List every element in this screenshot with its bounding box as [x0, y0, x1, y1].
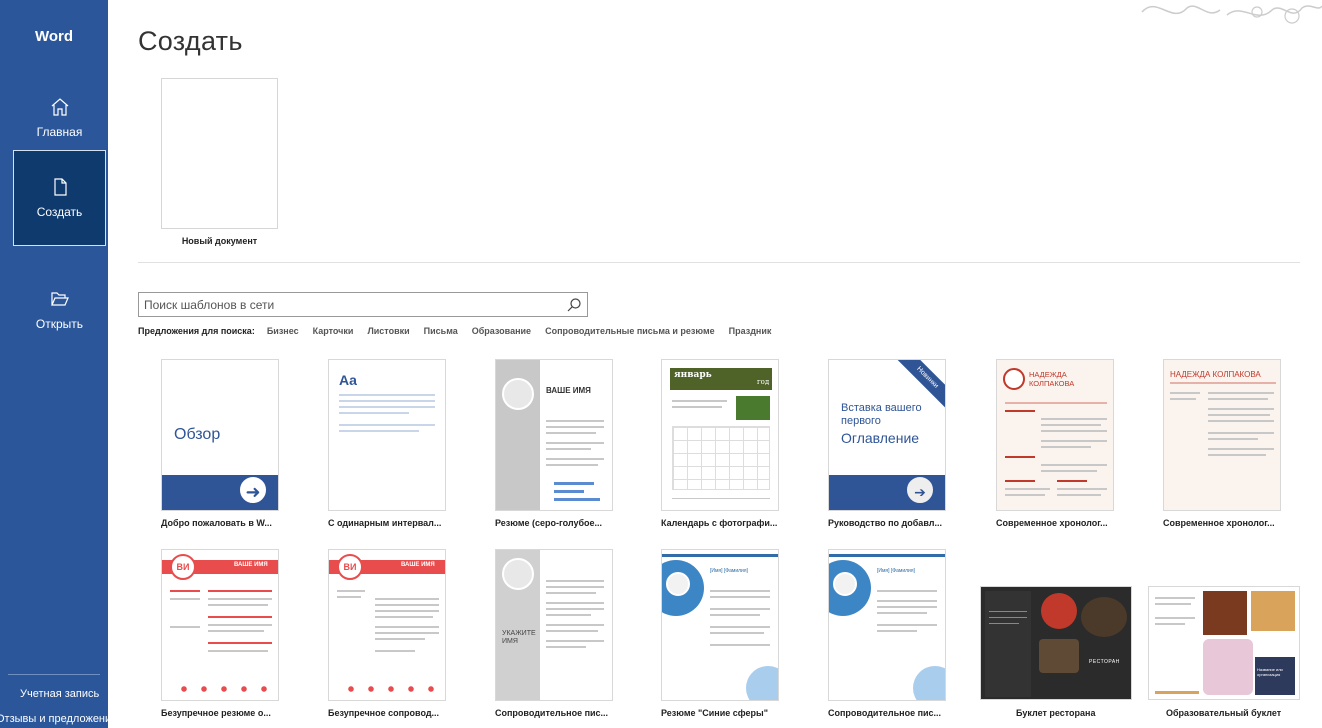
nav-home-label: Главная	[36, 125, 83, 139]
brochure-photo	[1203, 639, 1253, 695]
suggestion-cards[interactable]: Карточки	[313, 326, 354, 336]
template-thumbnail[interactable]: [Имя] [Фамилия]	[828, 549, 946, 701]
app-name: Word	[34, 28, 74, 45]
nav-account[interactable]: Учетная запись	[20, 688, 128, 700]
thumb-text-toc: Оглавление	[841, 430, 920, 446]
nav-new[interactable]: Создать	[13, 150, 106, 246]
arrow-right-icon: ➜	[238, 475, 268, 505]
template-caption: Буклет ресторана	[1016, 708, 1096, 718]
brochure-badge	[1041, 593, 1077, 629]
photo-placeholder-icon	[502, 378, 534, 410]
suggestion-holiday[interactable]: Праздник	[729, 326, 772, 336]
thumb-monogram: ВИ	[170, 554, 196, 580]
template-thumbnail[interactable]: Название или организация	[1148, 586, 1300, 700]
page-title: Создать	[138, 26, 243, 56]
template-caption: Современное хронолог...	[996, 518, 1108, 528]
word-new-backstage: Word Главная Создать Открыть Учетная зап…	[0, 0, 1322, 728]
section-divider	[138, 262, 1300, 263]
template-thumbnail[interactable]: ВАШЕ ИМЯ	[495, 359, 613, 511]
suggestion-business[interactable]: Бизнес	[267, 326, 299, 336]
template-caption: Календарь с фотографи...	[661, 518, 778, 528]
template-thumbnail[interactable]: УКАЖИТЕ ИМЯ	[495, 549, 613, 701]
thumb-monogram: ВИ	[337, 554, 363, 580]
template-caption: Сопроводительное пис...	[828, 708, 942, 718]
thumb-dots	[174, 686, 268, 692]
brochure-photo	[1081, 597, 1127, 637]
sphere-shape	[746, 666, 778, 700]
template-caption: Добро пожаловать в W...	[161, 518, 272, 528]
template-thumbnail[interactable]: НАДЕЖДА КОЛПАКОВА	[996, 359, 1114, 511]
thumb-text: Вставка вашего первого	[841, 402, 922, 427]
thumb-text: ВАШЕ ИМЯ	[234, 562, 268, 568]
blank-document-thumbnail[interactable]	[161, 78, 278, 229]
brochure-photo	[1251, 591, 1295, 631]
suggestion-flyers[interactable]: Листовки	[367, 326, 409, 336]
brochure-photo	[1039, 639, 1079, 673]
document-arrow-icon: ➔	[905, 475, 935, 505]
template-caption: Сопроводительное пис...	[495, 708, 609, 718]
thumb-text: ВАШЕ ИМЯ	[546, 386, 591, 395]
thumb-text: НАДЕЖДА КОЛПАКОВА	[1170, 370, 1261, 379]
decorative-ornament	[1141, 5, 1322, 24]
thumb-text: Название или организация	[1257, 667, 1283, 677]
template-thumbnail[interactable]: [Имя] [Фамилия]	[661, 549, 779, 701]
thumb-text: ВАШЕ ИМЯ	[401, 562, 435, 568]
template-caption: Резюме (серо-голубое...	[495, 518, 603, 528]
template-caption: Руководство по добавл...	[828, 518, 942, 528]
template-search-box	[138, 292, 588, 317]
photo-placeholder-icon	[666, 572, 690, 596]
suggestions-title: Предложения для поиска:	[138, 326, 255, 336]
photo-placeholder-icon	[833, 572, 857, 596]
template-thumbnail[interactable]: Новинки Вставка вашего первого Оглавлени…	[828, 359, 946, 511]
search-suggestions: Предложения для поиска: Бизнес Карточки …	[138, 326, 771, 336]
suggestion-letters[interactable]: Письма	[424, 326, 458, 336]
template-caption: С одинарным интервал...	[328, 518, 442, 528]
thumb-text: НАДЕЖДА КОЛПАКОВА	[1029, 370, 1075, 388]
thumb-text: РЕСТОРАН	[1089, 659, 1120, 665]
thumb-text: Aa	[339, 372, 357, 388]
template-caption: Образовательный буклет	[1166, 708, 1282, 718]
nav-open[interactable]: Открыть	[13, 262, 106, 358]
calendar-photo	[736, 396, 770, 420]
template-caption: Современное хронолог...	[1163, 518, 1275, 528]
thumb-text: январь	[674, 370, 712, 380]
nav-open-label: Открыть	[35, 317, 84, 331]
suggestion-education[interactable]: Образование	[472, 326, 531, 336]
template-caption: Безупречное сопровод...	[328, 708, 440, 718]
brochure-panel	[1203, 591, 1247, 635]
template-thumbnail[interactable]: Обзор ➜	[161, 359, 279, 511]
thumb-text: УКАЖИТЕ ИМЯ	[502, 630, 536, 645]
template-thumbnail[interactable]: Aa	[328, 359, 446, 511]
photo-placeholder-icon	[1003, 368, 1025, 390]
nav-new-label: Создать	[36, 205, 83, 219]
template-caption: Резюме "Синие сферы"	[661, 708, 768, 718]
sidebar-divider	[8, 674, 100, 675]
blank-document-label: Новый документ	[181, 236, 258, 246]
thumb-text: [Имя] [Фамилия]	[877, 568, 915, 574]
brochure-panel	[985, 591, 1031, 697]
folder-open-icon	[50, 292, 69, 306]
sphere-shape	[913, 666, 945, 700]
calendar-grid	[672, 426, 770, 490]
thumb-text-year: год	[757, 378, 770, 386]
home-icon	[51, 98, 68, 116]
template-thumbnail[interactable]: январь год	[661, 359, 779, 511]
template-thumbnail[interactable]: РЕСТОРАН	[980, 586, 1132, 700]
search-icon[interactable]	[566, 297, 582, 313]
suggestion-cover-letters-resumes[interactable]: Сопроводительные письма и резюме	[545, 326, 715, 336]
template-thumbnail[interactable]: НАДЕЖДА КОЛПАКОВА	[1163, 359, 1281, 511]
thumb-dots	[341, 686, 435, 692]
template-caption: Безупречное резюме о...	[161, 708, 271, 718]
new-document-icon	[53, 178, 67, 196]
template-thumbnail[interactable]: ВИ ВАШЕ ИМЯ	[328, 549, 446, 701]
thumb-text: [Имя] [Фамилия]	[710, 568, 748, 574]
template-search-input[interactable]	[139, 297, 566, 312]
photo-placeholder-icon	[502, 558, 534, 590]
nav-feedback[interactable]: Отзывы и предложения	[0, 713, 117, 725]
template-thumbnail[interactable]: ВИ ВАШЕ ИМЯ	[161, 549, 279, 701]
sidebar: Word Главная Создать Открыть Учетная зап…	[0, 0, 117, 728]
thumb-text: Обзор	[174, 426, 221, 443]
